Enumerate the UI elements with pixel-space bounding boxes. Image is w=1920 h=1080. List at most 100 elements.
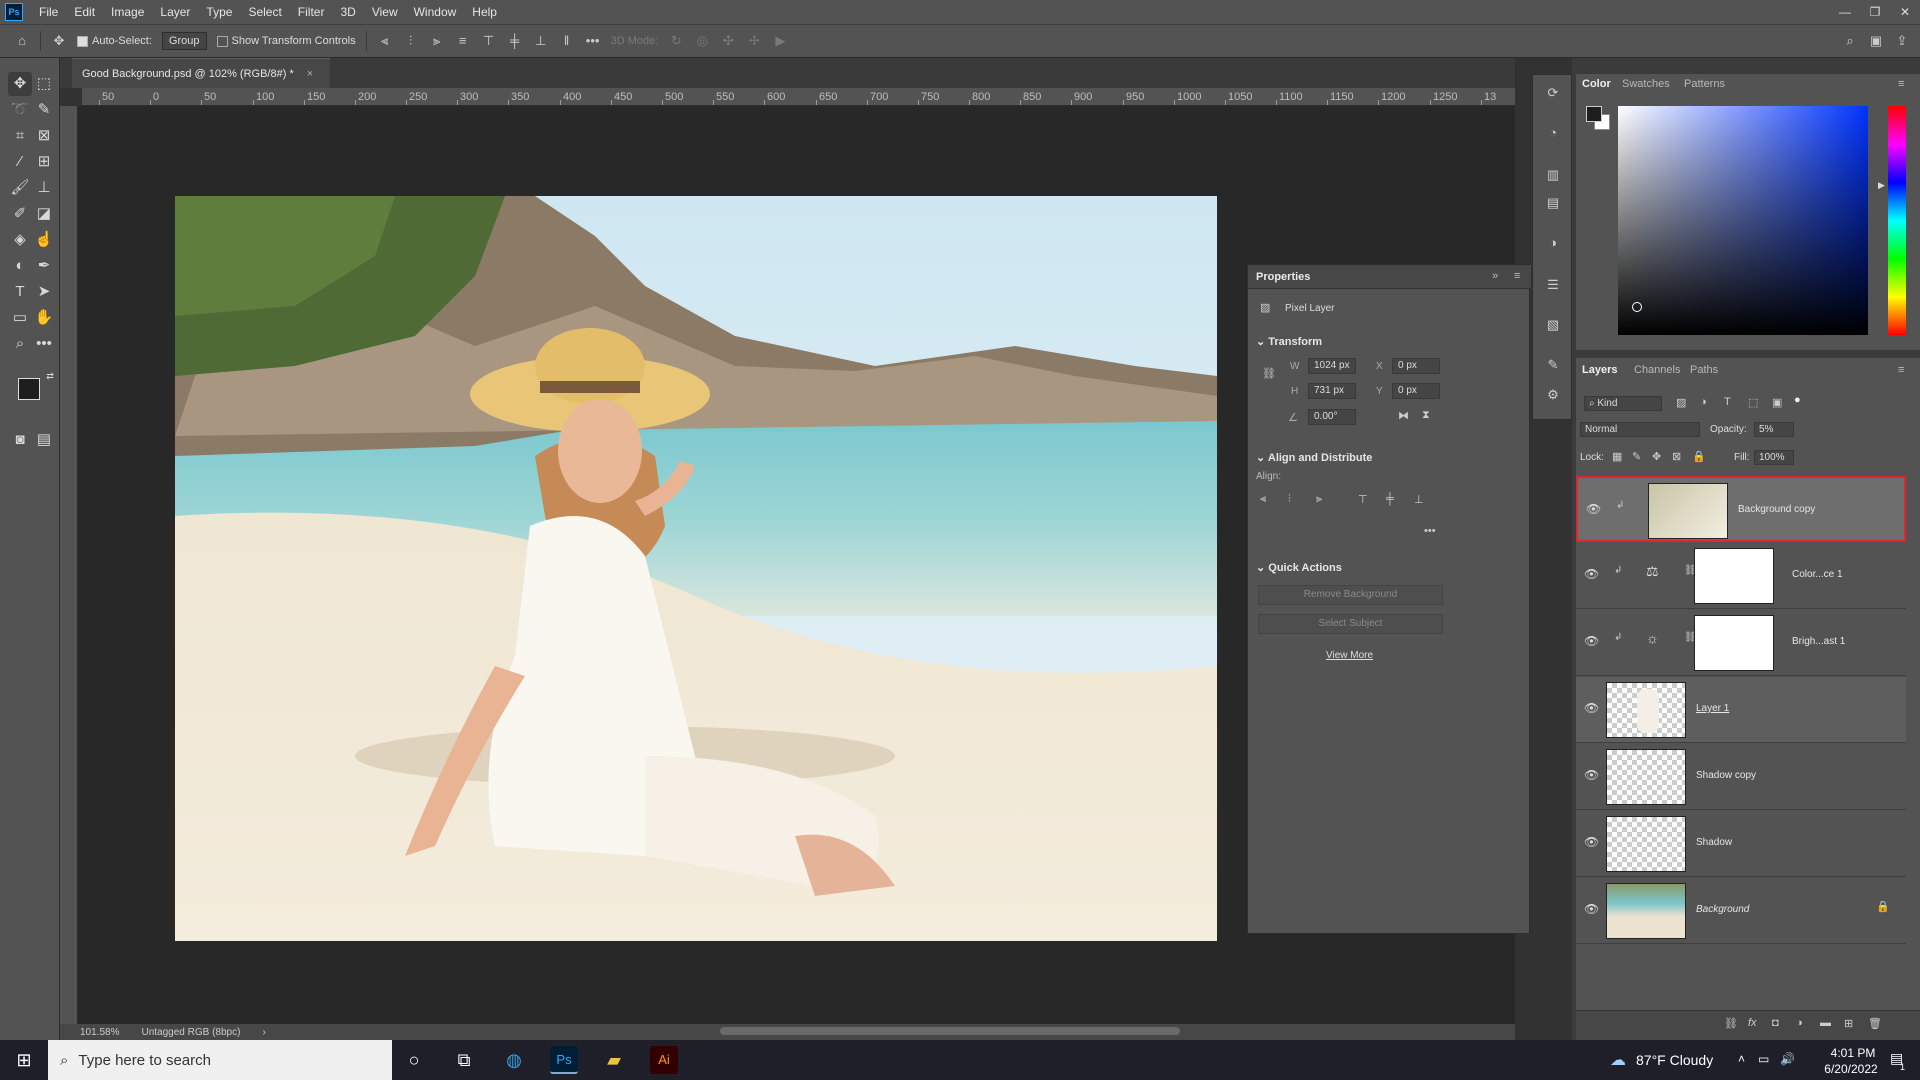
align-bottom-icon[interactable]: ⊥ bbox=[533, 33, 549, 49]
lock-transparent-icon[interactable]: ▦ bbox=[1612, 450, 1622, 463]
minimize-button[interactable]: — bbox=[1830, 0, 1860, 24]
quick-mask-icon[interactable]: ◙ bbox=[8, 428, 32, 452]
remove-background-button[interactable]: Remove Background bbox=[1258, 585, 1443, 605]
flip-vertical-icon[interactable]: ⧗ bbox=[1422, 409, 1430, 422]
align-distribute-header[interactable]: ⌄ Align and Distribute bbox=[1256, 451, 1372, 464]
quick-select-tool-icon[interactable]: ✎ bbox=[32, 98, 56, 122]
zoom-tool-icon[interactable]: ⌕ bbox=[8, 332, 32, 356]
layer-style-icon[interactable]: fx bbox=[1748, 1017, 1757, 1029]
align-top-edges-icon[interactable]: ⊤ bbox=[1358, 493, 1368, 506]
brush-tool-icon[interactable]: 🖌 bbox=[8, 176, 32, 200]
align-left-edges-icon[interactable]: ⫷ bbox=[1260, 493, 1266, 506]
align-left-icon[interactable]: ⫷ bbox=[377, 33, 393, 49]
align-vertical-centers-icon[interactable]: ╪ bbox=[1386, 493, 1394, 505]
rectangle-tool-icon[interactable]: ▭ bbox=[8, 306, 32, 330]
layer-name[interactable]: Layer 1 bbox=[1696, 703, 1729, 714]
edit-toolbar-icon[interactable]: ••• bbox=[32, 332, 56, 356]
view-more-link[interactable]: View More bbox=[1326, 650, 1373, 661]
document-canvas-image[interactable] bbox=[175, 196, 1217, 941]
lock-position-icon[interactable]: ✥ bbox=[1652, 450, 1661, 463]
workspace-icon[interactable]: ▣ bbox=[1868, 33, 1884, 49]
color-foreground-swatch[interactable] bbox=[1586, 106, 1602, 122]
swap-colors-icon[interactable]: ⇄ bbox=[44, 370, 56, 382]
eraser-tool-icon[interactable]: ◪ bbox=[32, 202, 56, 226]
layer-name[interactable]: Background copy bbox=[1738, 504, 1815, 515]
filter-toggle-icon[interactable]: ● bbox=[1794, 394, 1801, 406]
brush-settings-icon[interactable]: ⚙ bbox=[1542, 387, 1564, 407]
edge-browser-icon[interactable]: ◍ bbox=[500, 1046, 528, 1074]
lock-pixels-icon[interactable]: ✎ bbox=[1632, 450, 1641, 463]
pen-tool-icon[interactable]: ✒ bbox=[32, 254, 56, 278]
color-field[interactable] bbox=[1618, 106, 1868, 335]
align-center-icon[interactable]: ⫶ bbox=[403, 33, 419, 49]
volume-icon[interactable]: 🔊 bbox=[1780, 1052, 1795, 1066]
cortana-icon[interactable]: ○ bbox=[400, 1046, 428, 1074]
filter-type-icon[interactable]: T bbox=[1724, 396, 1731, 408]
paint-bucket-tool-icon[interactable]: ◈ bbox=[8, 228, 32, 252]
tab-paths[interactable]: Paths bbox=[1690, 364, 1718, 376]
crop-tool-icon[interactable]: ⌗ bbox=[8, 124, 32, 148]
panel-menu-icon[interactable]: ≡ bbox=[1898, 78, 1904, 90]
layer-mask-thumbnail[interactable] bbox=[1694, 548, 1774, 604]
show-transform-controls-checkbox[interactable]: Show Transform Controls bbox=[216, 35, 356, 47]
history-panel-icon[interactable]: ⟳ bbox=[1542, 85, 1564, 105]
quick-actions-header[interactable]: ⌄ Quick Actions bbox=[1256, 561, 1342, 574]
lock-all-icon[interactable]: 🔒 bbox=[1692, 450, 1706, 463]
panel-menu-icon[interactable]: ≡ bbox=[1514, 270, 1520, 282]
properties-panel-icon[interactable]: ☰ bbox=[1542, 277, 1564, 297]
menu-help[interactable]: Help bbox=[464, 0, 505, 24]
task-view-icon[interactable]: ⧉ bbox=[450, 1046, 478, 1074]
angle-field[interactable]: 0.00° bbox=[1308, 409, 1356, 425]
move-tool-preset-icon[interactable]: ✥ bbox=[51, 33, 67, 49]
photoshop-taskbar-icon[interactable]: Ps bbox=[550, 1046, 578, 1074]
align-middle-icon[interactable]: ╪ bbox=[507, 33, 523, 49]
actions-panel-icon[interactable]: ◔ bbox=[1542, 125, 1564, 145]
layer-row-shadow[interactable]: 👁 Shadow bbox=[1576, 811, 1906, 877]
distribute-icon[interactable]: ≡ bbox=[455, 33, 471, 49]
screen-mode-icon[interactable]: ▤ bbox=[32, 428, 56, 452]
tray-chevron-icon[interactable]: ˄ bbox=[1738, 1052, 1745, 1066]
menu-image[interactable]: Image bbox=[103, 0, 152, 24]
color-picker-cursor[interactable] bbox=[1632, 302, 1642, 312]
lock-artboard-icon[interactable]: ⊠ bbox=[1672, 450, 1681, 463]
3d-roll-icon[interactable]: ◎ bbox=[694, 33, 710, 49]
marquee-tool-icon[interactable]: ⬚ bbox=[32, 72, 56, 96]
search-icon[interactable]: ⌕ bbox=[1842, 33, 1858, 49]
horizontal-scrollbar[interactable] bbox=[300, 1027, 1500, 1037]
layer-mask-thumbnail[interactable] bbox=[1694, 615, 1774, 671]
taskbar-search-box[interactable]: ⌕ Type here to search bbox=[48, 1040, 392, 1080]
transform-header[interactable]: ⌄ Transform bbox=[1256, 335, 1322, 348]
windows-start-icon[interactable]: ⊞ bbox=[10, 1046, 38, 1074]
dodge-tool-icon[interactable]: ◐ bbox=[8, 254, 32, 278]
3d-slide-icon[interactable]: ✢ bbox=[746, 33, 762, 49]
frame-tool-icon[interactable]: ⊠ bbox=[32, 124, 56, 148]
filter-smart-object-icon[interactable]: ▣ bbox=[1772, 396, 1782, 409]
layer-row-background[interactable]: 👁 Background 🔒 bbox=[1576, 878, 1906, 944]
menu-filter[interactable]: Filter bbox=[290, 0, 333, 24]
adjustments-panel-icon[interactable]: ◑ bbox=[1542, 235, 1564, 255]
more-align-options-icon[interactable]: ••• bbox=[1424, 525, 1436, 537]
visibility-eye-icon[interactable]: 👁 bbox=[1584, 768, 1599, 782]
menu-view[interactable]: View bbox=[364, 0, 406, 24]
libraries-panel-icon[interactable]: ▥ bbox=[1542, 167, 1564, 187]
add-mask-icon[interactable]: ◘ bbox=[1772, 1017, 1779, 1029]
hue-slider[interactable] bbox=[1888, 106, 1906, 335]
tab-patterns[interactable]: Patterns bbox=[1684, 78, 1725, 90]
link-layers-icon[interactable]: ⛓ bbox=[1724, 1017, 1738, 1030]
weather-cloud-icon[interactable]: ☁ bbox=[1610, 1050, 1626, 1070]
auto-select-target-dropdown[interactable]: Group bbox=[161, 32, 207, 50]
filter-pixel-icon[interactable]: ▨ bbox=[1676, 396, 1686, 409]
menu-3d[interactable]: 3D bbox=[332, 0, 363, 24]
y-field[interactable]: 0 px bbox=[1392, 383, 1440, 399]
layer-row-shadow-copy[interactable]: 👁 Shadow copy bbox=[1576, 744, 1906, 810]
path-select-tool-icon[interactable]: ➤ bbox=[32, 280, 56, 304]
tab-swatches[interactable]: Swatches bbox=[1622, 78, 1670, 90]
home-icon[interactable]: ⌂ bbox=[14, 33, 30, 49]
align-horizontal-centers-icon[interactable]: ⫶ bbox=[1288, 493, 1291, 506]
align-top-icon[interactable]: ⊤ bbox=[481, 33, 497, 49]
close-window-button[interactable]: ✕ bbox=[1890, 0, 1920, 24]
x-field[interactable]: 0 px bbox=[1392, 358, 1440, 374]
3d-camera-icon[interactable]: ▶ bbox=[772, 33, 788, 49]
flip-horizontal-icon[interactable]: ⧓ bbox=[1398, 409, 1409, 422]
opacity-field[interactable]: 5% bbox=[1754, 422, 1794, 437]
